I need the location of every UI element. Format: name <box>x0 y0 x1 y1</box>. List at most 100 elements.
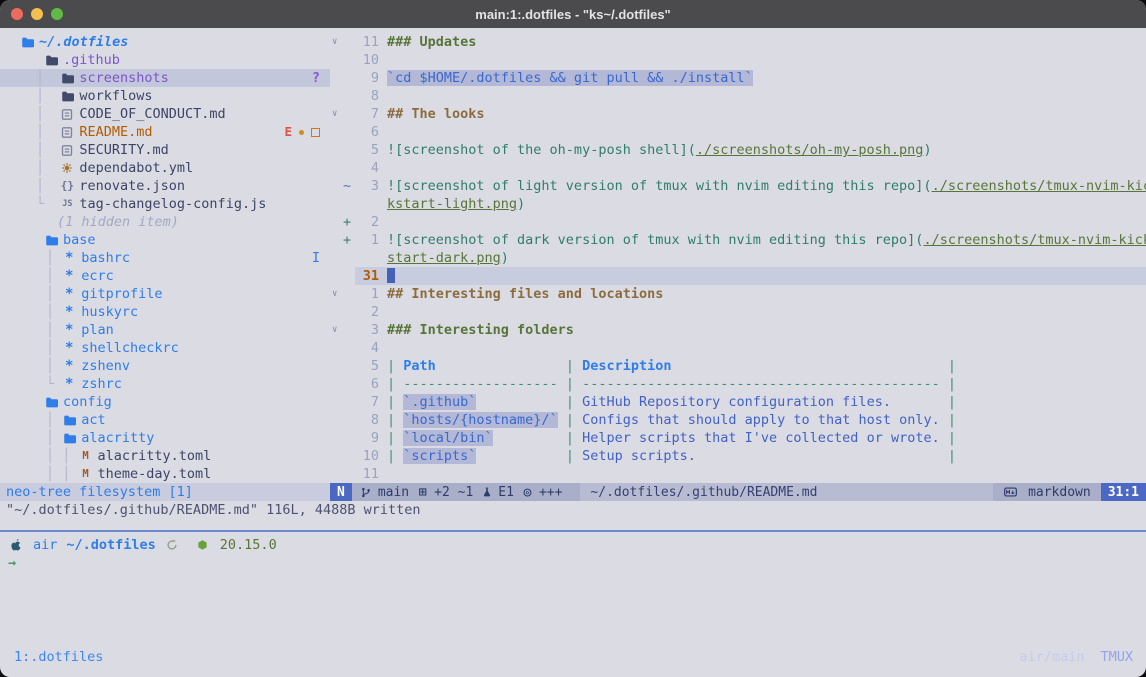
apple-icon <box>8 538 22 552</box>
editor-line-body: 7| `.github` | GitHub Repository configu… <box>355 393 1146 411</box>
editor-line-text: | `hosts/{hostname}/` | Configs that sho… <box>387 411 1146 429</box>
tree-item-code-of-conduct.md[interactable]: │ CODE_OF_CONDUCT.md <box>0 105 330 123</box>
tree-item-label: alacritty <box>81 429 154 447</box>
editor-line[interactable]: 9| `local/bin` | Helper scripts that I'v… <box>330 429 1146 447</box>
editor-line[interactable]: 8| `hosts/{hostname}/` | Configs that sh… <box>330 411 1146 429</box>
tree-item-zshenv[interactable]: │ *zshenv <box>0 357 330 375</box>
tree-item-act[interactable]: │ act <box>0 411 330 429</box>
tmux-status-bar: 1:.dotfiles air/main TMUX <box>0 640 1146 677</box>
tree-item-base[interactable]: base <box>0 231 330 249</box>
text-segment: Setup scripts. <box>582 448 696 464</box>
fold-chevron-icon[interactable]: ∨ <box>332 285 343 303</box>
tree-item-readme.md[interactable]: │ README.mdE <box>0 123 330 141</box>
line-number: 4 <box>355 339 379 357</box>
editor-line-text <box>387 213 1146 231</box>
editor-line-body: 3![screenshot of light version of tmux w… <box>355 177 1146 195</box>
editor-line[interactable]: 6 <box>330 123 1146 141</box>
tree-item--.dotfiles[interactable]: ~/.dotfiles <box>0 33 330 51</box>
tree-item--1-hidden-item-[interactable]: (1 hidden item) <box>0 213 330 231</box>
zoom-button[interactable] <box>51 8 63 20</box>
nodejs-icon <box>196 539 210 551</box>
editor-line[interactable]: +1![screenshot of dark version of tmux w… <box>330 231 1146 249</box>
editor-lines[interactable]: ∨11### Updates109`cd $HOME/.dotfiles && … <box>330 28 1146 483</box>
text-segment: | <box>948 430 956 446</box>
editor-line[interactable]: kstart-light.png) <box>330 195 1146 213</box>
current-file-path: ~/.dotfiles/.github/README.md <box>590 485 817 500</box>
editor-line-body: 8 <box>355 87 1146 105</box>
git-branch-label: main <box>378 485 409 500</box>
editor-line[interactable]: 10 <box>330 51 1146 69</box>
git-sign <box>343 33 355 51</box>
tree-item-zshrc[interactable]: └ *zshrc <box>0 375 330 393</box>
tree-item-alacritty[interactable]: │ alacritty <box>0 429 330 447</box>
tree-item-tag-changelog-config.js[interactable]: └ JStag-changelog-config.js <box>0 195 330 213</box>
line-number: 2 <box>355 303 379 321</box>
editor-line-body: 9| `local/bin` | Helper scripts that I'v… <box>355 429 1146 447</box>
git-sign <box>343 339 355 357</box>
tree-item-label: gitprofile <box>81 285 162 303</box>
minimize-button[interactable] <box>31 8 43 20</box>
editor-line[interactable]: 5| Path | Description | <box>330 357 1146 375</box>
folder-icon <box>44 396 58 409</box>
editor-line-text <box>387 51 1146 69</box>
tree-item-workflows[interactable]: │ workflows <box>0 87 330 105</box>
shell-prompt: air~/.dotfiles20.15.0 <box>8 536 1138 554</box>
editor-line[interactable]: ∨3### Interesting folders <box>330 321 1146 339</box>
editor-line[interactable]: 10| `scripts` | Setup scripts. | <box>330 447 1146 465</box>
editor-gutter <box>330 141 355 159</box>
tree-item-dependabot.yml[interactable]: │ dependabot.yml <box>0 159 330 177</box>
git-sign <box>343 141 355 159</box>
fold-chevron-icon[interactable]: ∨ <box>332 321 343 339</box>
tmux-window-item[interactable]: 1:.dotfiles <box>14 648 103 666</box>
editor-gutter: ∨ <box>330 321 355 339</box>
editor-line[interactable]: 4 <box>330 339 1146 357</box>
tree-item-shellcheckrc[interactable]: │ *shellcheckrc <box>0 339 330 357</box>
editor-line-text: ### Updates <box>387 33 1146 51</box>
tree-item-ecrc[interactable]: │ *ecrc <box>0 267 330 285</box>
editor-line[interactable]: 2 <box>330 303 1146 321</box>
editor-line[interactable]: 5![screenshot of the oh-my-posh shell](.… <box>330 141 1146 159</box>
tree-item-renovate.json[interactable]: │ {}renovate.json <box>0 177 330 195</box>
tree-item-screenshots[interactable]: │ screenshots? <box>0 69 330 87</box>
tree-item-markers: E <box>284 123 320 141</box>
editor-cursor-line[interactable]: 31 <box>330 267 1146 285</box>
editor-line[interactable]: ~3![screenshot of light version of tmux … <box>330 177 1146 195</box>
shell-input-line[interactable]: → <box>8 554 1138 572</box>
titlebar: main:1:.dotfiles - "ks~/.dotfiles" <box>0 0 1146 28</box>
tree-item-alacritty.toml[interactable]: │ │ Malacritty.toml <box>0 447 330 465</box>
tmux-pane-separator[interactable] <box>0 530 1146 532</box>
editor-line[interactable]: 6| ------------------- | ---------------… <box>330 375 1146 393</box>
editor-gutter <box>330 159 355 177</box>
editor-line-text: ![screenshot of the oh-my-posh shell](./… <box>387 141 1146 159</box>
statusline: N main ⊞ +2 ~1 E1 ◎ +++ ~/.dotfiles/.git… <box>330 483 1146 501</box>
tree-item-plan[interactable]: │ *plan <box>0 321 330 339</box>
editor-line[interactable]: ∨1## Interesting files and locations <box>330 285 1146 303</box>
text-segment: `.github` <box>403 394 476 410</box>
editor-line[interactable]: start-dark.png) <box>330 249 1146 267</box>
editor-line[interactable]: ∨11### Updates <box>330 33 1146 51</box>
fold-chevron-icon[interactable]: ∨ <box>332 33 343 51</box>
editor-line[interactable]: 4 <box>330 159 1146 177</box>
tree-item-gitprofile[interactable]: │ *gitprofile <box>0 285 330 303</box>
editor-line[interactable]: 7| `.github` | GitHub Repository configu… <box>330 393 1146 411</box>
editor-line-text <box>387 159 1146 177</box>
fold-chevron-icon[interactable]: ∨ <box>332 105 343 123</box>
tree-item-huskyrc[interactable]: │ *huskyrc <box>0 303 330 321</box>
tree-item-bashrc[interactable]: │ *bashrcI <box>0 249 330 267</box>
editor-line[interactable]: 11 <box>330 465 1146 483</box>
git-sign <box>343 285 355 303</box>
editor-line[interactable]: 9`cd $HOME/.dotfiles && git pull && ./in… <box>330 69 1146 87</box>
editor-line[interactable]: 8 <box>330 87 1146 105</box>
editor-line[interactable]: +2 <box>330 213 1146 231</box>
tree-item-security.md[interactable]: │ SECURITY.md <box>0 141 330 159</box>
line-number: 3 <box>355 177 379 195</box>
refresh-icon <box>165 539 179 551</box>
editor-line[interactable]: ∨7## The looks <box>330 105 1146 123</box>
filetype-label: markdown <box>1028 485 1091 500</box>
fold-chevron-icon <box>332 411 343 429</box>
tree-item-theme-day.toml[interactable]: │ │ Mtheme-day.toml <box>0 465 330 483</box>
tree-item-.github[interactable]: .github <box>0 51 330 69</box>
close-button[interactable] <box>11 8 23 20</box>
tree-item-config[interactable]: config <box>0 393 330 411</box>
editor-line-body: 5| Path | Description | <box>355 357 1146 375</box>
